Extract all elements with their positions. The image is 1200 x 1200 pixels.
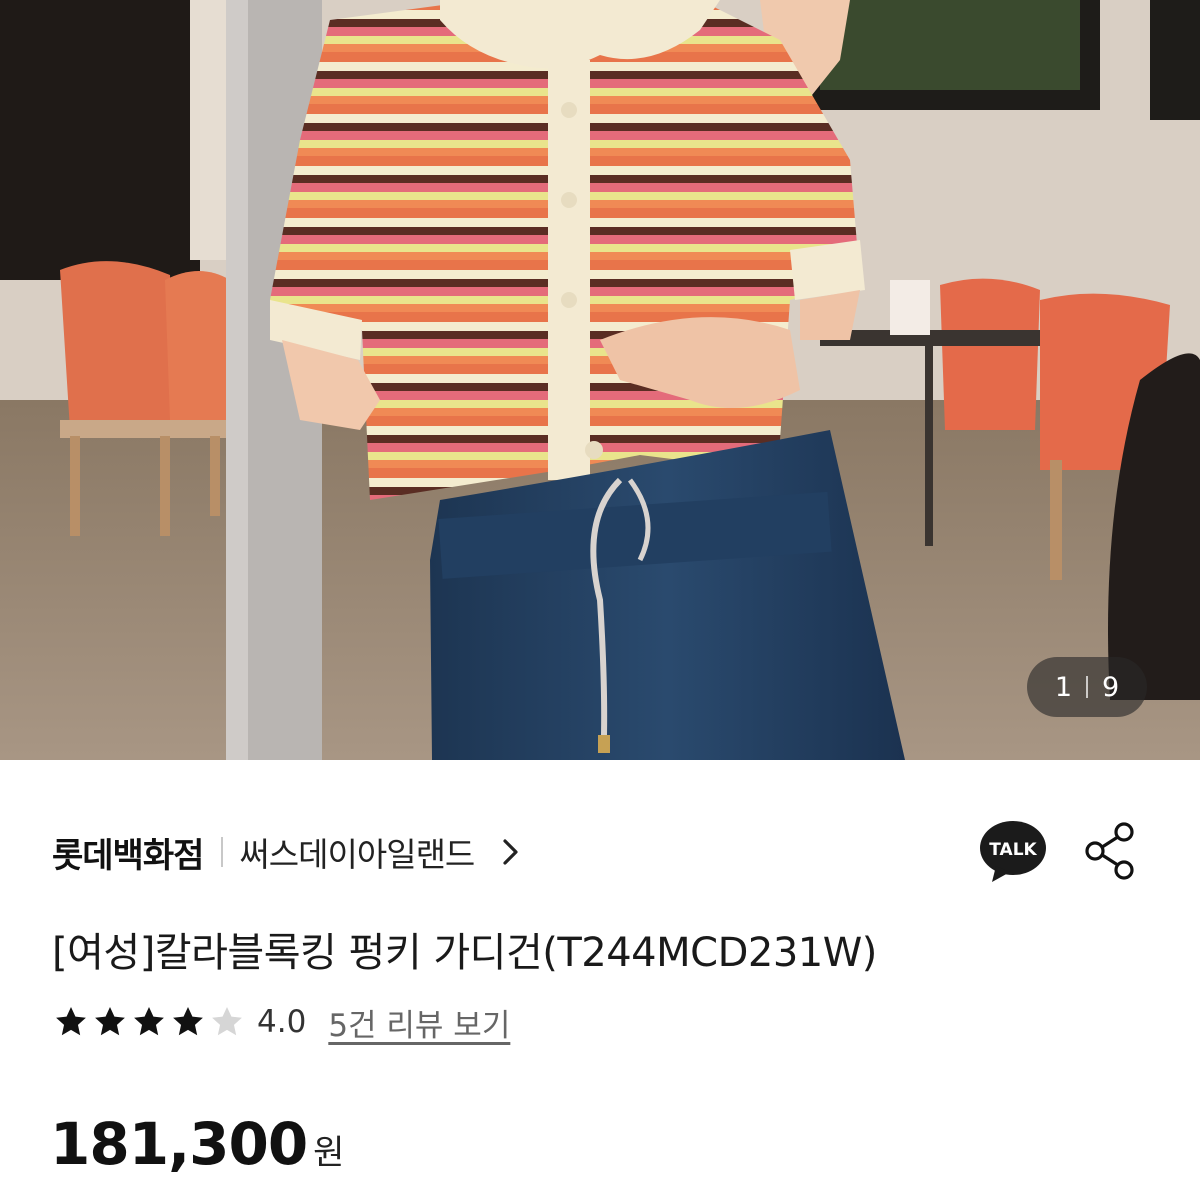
chevron-right-icon[interactable] bbox=[494, 835, 528, 869]
pager-separator bbox=[1086, 676, 1088, 698]
pager-total: 9 bbox=[1102, 671, 1120, 703]
image-pager-indicator: 1 9 bbox=[1027, 657, 1147, 717]
star-filled-icon bbox=[173, 1006, 203, 1036]
brand-divider bbox=[221, 837, 224, 867]
shop-name-link[interactable]: 써스데이아일랜드 bbox=[239, 828, 475, 876]
star-empty-icon bbox=[212, 1006, 242, 1036]
product-title: [여성]칼라블록킹 펑키 가디건(T244MCD231W) bbox=[52, 930, 877, 976]
pager-current: 1 bbox=[1054, 671, 1072, 703]
rating-row: 4.0 5건 리뷰 보기 bbox=[52, 1000, 510, 1044]
star-filled-icon bbox=[95, 1006, 125, 1036]
currency-label: 원 bbox=[313, 1133, 345, 1173]
review-link[interactable]: 5건 리뷰 보기 bbox=[328, 1000, 510, 1045]
kakao-talk-button[interactable]: TALK bbox=[978, 820, 1048, 888]
price-row: 181,300 원 bbox=[50, 1110, 344, 1178]
kakao-talk-icon: TALK bbox=[980, 821, 1046, 882]
rating-value: 4.0 bbox=[257, 1004, 307, 1040]
star-filled-icon bbox=[134, 1006, 164, 1036]
share-icon bbox=[1085, 822, 1134, 880]
talk-label: TALK bbox=[989, 840, 1037, 860]
share-button[interactable] bbox=[1082, 820, 1138, 886]
star-filled-icon bbox=[56, 1006, 86, 1036]
product-photo bbox=[0, 0, 1200, 760]
product-image-carousel[interactable]: 1 9 bbox=[0, 0, 1200, 760]
rating-stars bbox=[52, 1003, 247, 1041]
price-value: 181,300 bbox=[50, 1110, 308, 1178]
store-name[interactable]: 롯데백화점 bbox=[52, 828, 204, 877]
